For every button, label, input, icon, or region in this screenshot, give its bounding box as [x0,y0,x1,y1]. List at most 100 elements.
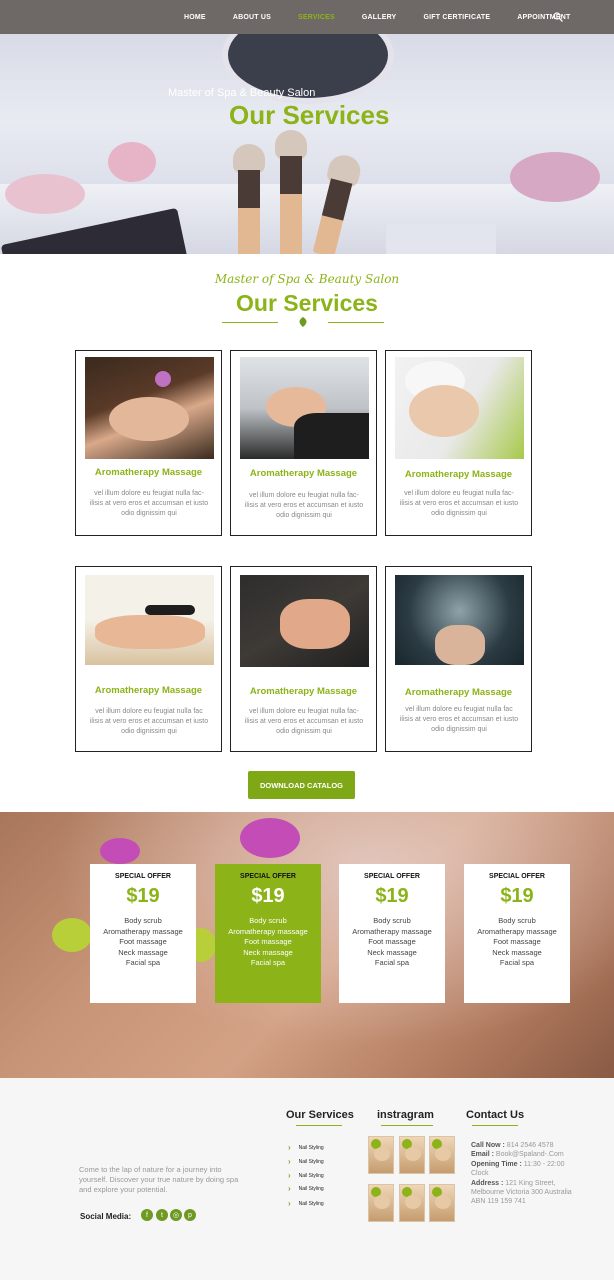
instagram-thumbnail[interactable] [399,1136,425,1174]
instagram-thumbnail[interactable] [368,1136,394,1174]
offer-item: Facial spa [250,958,286,968]
makeup-brush-image [275,130,307,254]
offer-price: $19 [375,885,409,907]
service-image-hot-stones [85,575,214,665]
footer-service-link[interactable]: › Nail Styling [288,1143,324,1152]
service-image-foot-bath [395,575,524,665]
service-card-description: vel illum dolore eu feugiat nulla fac il… [399,706,519,733]
twitter-icon[interactable]: t [156,1209,168,1221]
makeup-palette-decoration [386,224,496,254]
instagram-icon[interactable]: ◎ [170,1209,182,1221]
offer-card-highlighted[interactable]: SPECIAL OFFER $19 Body scrub Aromatherap… [215,864,321,1003]
service-card[interactable]: Aromatherapy Massage vel illum dolore eu… [230,350,377,536]
offer-item: Neck massage [492,947,542,957]
heading-underline [472,1125,518,1126]
service-card[interactable]: Aromatherapy Massage vel illum dolore eu… [385,350,532,536]
service-card-description: vel illum dolore eu feugiat nulla fac-il… [244,492,364,519]
pinterest-icon[interactable]: p [184,1209,196,1221]
heading-underline [381,1125,433,1126]
service-card[interactable]: Aromatherapy Massage vel illum dolore eu… [230,566,377,752]
offer-item: Body scrub [373,916,411,925]
section-title: Our Services [236,290,378,316]
service-image-facial [240,357,369,459]
offer-item: Aromatherapy massage [477,926,557,936]
instagram-thumbnail[interactable] [429,1184,455,1222]
section-script-title: Master of Spa & Beauty Salon [214,272,400,286]
service-image-manicure [240,575,369,667]
nav-about-us[interactable]: ABOUT US [233,14,271,21]
service-card-title[interactable]: Aromatherapy Massage [386,687,531,698]
instagram-thumbnail[interactable] [429,1136,455,1174]
offer-price: $19 [251,885,285,907]
address-label: Address : [471,1179,504,1187]
chevron-right-icon: › [288,1199,291,1208]
email-label: Email : [471,1151,494,1159]
hero-subtitle: Master of Spa & Beauty Salon [168,87,316,99]
service-image-towel-face [395,357,524,459]
service-card-description: vel illum dolore eu feugiat nulla fac-il… [399,490,519,517]
footer-service-label: Nail Styling [298,1200,324,1207]
call-value[interactable]: 814 2546 4578 [507,1142,554,1149]
divider-left [222,322,278,323]
offer-item: Foot massage [493,937,541,947]
offer-card[interactable]: SPECIAL OFFER $19 Body scrub Aromatherap… [90,864,196,1003]
footer-service-label: Nail Styling [298,1172,324,1179]
service-card-title[interactable]: Aromatherapy Massage [231,468,376,479]
offer-item: Aromatherapy massage [228,926,308,936]
footer-service-link[interactable]: › Nail Styling [288,1199,324,1208]
chevron-right-icon: › [288,1157,291,1166]
hero-decoration [5,174,85,214]
hero-title: Our Services [229,100,390,130]
offer-item: Body scrub [249,916,287,925]
offer-label: SPECIAL OFFER [364,873,420,880]
footer-service-label: Nail Styling [298,1144,324,1151]
service-card-description: vel illum dolore eu feugiat nulla fac-il… [244,708,364,735]
download-catalog-button[interactable]: DOWNLOAD CATALOG [248,771,355,799]
nav-gift-certificate[interactable]: GIFT CERTIFICATE [423,14,490,21]
service-card-title[interactable]: Aromatherapy Massage [231,686,376,697]
call-label: Call Now : [471,1142,505,1149]
service-card-title[interactable]: Aromatherapy Massage [76,467,221,478]
service-image-flower-face [85,357,214,459]
nav-gallery[interactable]: GALLERY [362,14,397,21]
makeup-brush-image [233,144,265,254]
footer-contact-heading: Contact Us [466,1109,525,1121]
service-card-title[interactable]: Aromatherapy Massage [76,685,221,696]
lime-decoration [52,918,92,952]
hero-decoration [510,152,600,202]
search-icon[interactable] [553,12,563,22]
offer-item: Facial spa [125,958,161,968]
service-card[interactable]: Aromatherapy Massage vel illum dolore eu… [75,350,222,536]
offer-item: Neck massage [243,947,293,957]
nav-home[interactable]: HOME [184,14,206,21]
heading-underline [296,1125,342,1126]
orchid-decoration [100,838,140,864]
service-card-description: vel illum dolore eu feugiat nulla fac il… [89,708,209,735]
chevron-right-icon: › [288,1171,291,1180]
nav-services[interactable]: SERVICES [298,14,335,21]
instagram-thumbnail[interactable] [368,1184,394,1222]
offer-price: $19 [126,885,160,907]
service-card[interactable]: Aromatherapy Massage vel illum dolore eu… [385,566,532,752]
orchid-decoration [240,818,300,858]
footer-about-text: Come to the lap of nature for a journey … [79,1165,239,1194]
offer-item: Foot massage [119,937,167,947]
offer-card[interactable]: SPECIAL OFFER $19 Body scrub Aromatherap… [339,864,445,1003]
offer-label: SPECIAL OFFER [115,873,171,880]
offer-item: Facial spa [374,958,410,968]
leaf-icon [299,317,307,327]
footer-service-link[interactable]: › Nail Styling [288,1171,324,1180]
hours-label: Opening Time : [471,1160,522,1168]
facebook-icon[interactable]: f [141,1209,153,1221]
service-card-description: vel illum dolore eu feugiat nulla fac-il… [89,490,209,517]
footer-service-label: Nail Styling [298,1158,324,1165]
footer-service-link[interactable]: › Nail Styling [288,1184,324,1193]
chevron-right-icon: › [288,1184,291,1193]
offer-item: Foot massage [244,937,292,947]
email-value[interactable]: Book@Spaland-.Com [496,1151,564,1158]
service-card[interactable]: Aromatherapy Massage vel illum dolore eu… [75,566,222,752]
offer-card[interactable]: SPECIAL OFFER $19 Body scrub Aromatherap… [464,864,570,1003]
service-card-title[interactable]: Aromatherapy Massage [386,469,531,480]
footer-service-link[interactable]: › Nail Styling [288,1157,324,1166]
instagram-thumbnail[interactable] [399,1184,425,1222]
